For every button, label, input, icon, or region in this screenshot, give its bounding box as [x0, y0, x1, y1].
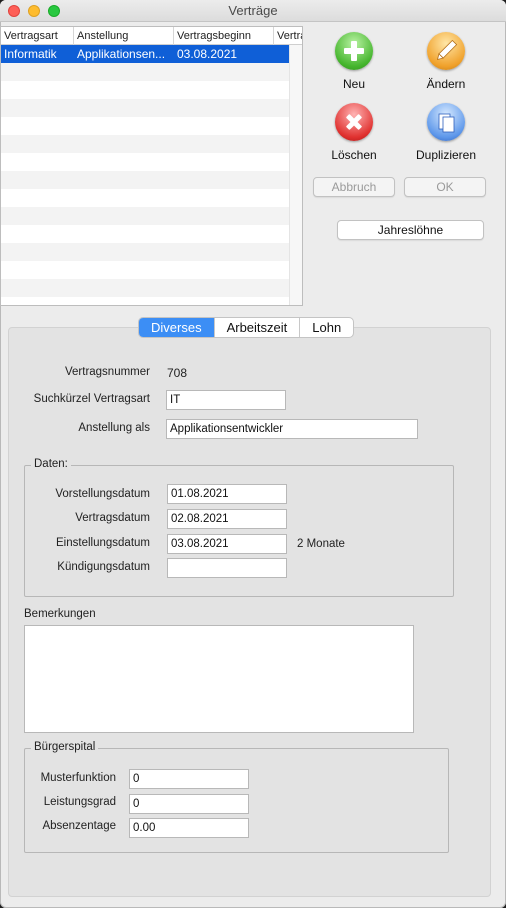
- tab-lohn[interactable]: Lohn: [300, 318, 353, 337]
- performance-field[interactable]: 0: [129, 794, 249, 814]
- delete-label: Löschen: [331, 148, 377, 162]
- zoom-window-button[interactable]: [48, 5, 60, 17]
- empty-row: [1, 225, 289, 243]
- empty-row: [1, 63, 289, 81]
- minimize-window-button[interactable]: [28, 5, 40, 17]
- column-header-vertrag[interactable]: Vertra: [274, 27, 302, 45]
- model-function-label: Musterfunktion: [40, 772, 116, 784]
- cell-anstellung: Applikationsen...: [77, 47, 166, 61]
- edit-button[interactable]: Ändern: [401, 32, 491, 91]
- plus-icon: [335, 32, 373, 70]
- window-title: Verträge: [228, 3, 278, 18]
- new-button[interactable]: Neu: [309, 32, 399, 91]
- performance-label: Leistungsgrad: [43, 796, 116, 808]
- table-row[interactable]: Informatik Applikationsen... 03.08.2021: [1, 45, 289, 63]
- model-function-field[interactable]: 0: [129, 769, 249, 789]
- tab-arbeitszeit[interactable]: Arbeitszeit: [215, 318, 301, 337]
- employment-label: Anstellung als: [78, 422, 150, 434]
- contract-number-value: 708: [167, 366, 188, 380]
- short-field[interactable]: IT: [166, 390, 286, 410]
- contracts-table[interactable]: Vertragsart Anstellung Vertragsbeginn Ve…: [0, 26, 303, 306]
- remarks-textarea[interactable]: [24, 625, 414, 733]
- dates-group-title: Daten:: [31, 458, 71, 470]
- ok-button[interactable]: OK: [404, 177, 486, 197]
- empty-row: [1, 297, 289, 305]
- empty-row: [1, 261, 289, 279]
- empty-row: [1, 189, 289, 207]
- cell-vertragsbeginn: 03.08.2021: [177, 47, 238, 61]
- tab-bar: Diverses Arbeitszeit Lohn: [138, 317, 355, 338]
- column-header-anstellung[interactable]: Anstellung: [74, 27, 174, 45]
- column-header-vertragsbeginn[interactable]: Vertragsbeginn: [174, 27, 274, 45]
- absence-days-field[interactable]: 0.00: [129, 818, 249, 838]
- empty-row: [1, 207, 289, 225]
- annual-wages-button[interactable]: Jahreslöhne: [337, 220, 484, 240]
- close-window-button[interactable]: [8, 5, 20, 17]
- tab-diverses[interactable]: Diverses: [139, 318, 215, 337]
- column-header-vertragsart[interactable]: Vertragsart: [1, 27, 74, 45]
- title-bar: Verträge: [0, 0, 506, 22]
- absence-days-label: Absenzentage: [42, 820, 116, 832]
- hospital-group-title: Bürgerspital: [31, 741, 99, 753]
- hire-date-field[interactable]: 03.08.2021: [167, 534, 287, 554]
- empty-row: [1, 171, 289, 189]
- table-header: Vertragsart Anstellung Vertragsbeginn Ve…: [1, 27, 302, 45]
- cancel-button[interactable]: Abbruch: [313, 177, 395, 197]
- termination-date-label: Kündigungsdatum: [57, 561, 150, 573]
- contract-date-label: Vertragsdatum: [75, 512, 150, 524]
- termination-date-field[interactable]: [167, 558, 287, 578]
- table-scrollbar[interactable]: [289, 45, 302, 305]
- x-icon: [335, 103, 373, 141]
- contract-date-field[interactable]: 02.08.2021: [167, 509, 287, 529]
- duplicate-label: Duplizieren: [415, 148, 477, 162]
- duplicate-button[interactable]: Duplizieren: [401, 103, 491, 162]
- edit-label: Ändern: [426, 77, 466, 91]
- table-body: Informatik Applikationsen... 03.08.2021: [1, 45, 289, 305]
- interview-date-label: Vorstellungsdatum: [55, 488, 150, 500]
- empty-row: [1, 81, 289, 99]
- empty-row: [1, 153, 289, 171]
- new-label: Neu: [342, 77, 365, 91]
- copy-icon: [427, 103, 465, 141]
- contract-number-label: Vertragsnummer: [64, 366, 150, 378]
- cell-vertragsart: Informatik: [4, 47, 57, 61]
- empty-row: [1, 243, 289, 261]
- remarks-label: Bemerkungen: [24, 608, 96, 620]
- empty-row: [1, 135, 289, 153]
- short-label: Suchkürzel Vertragsart: [33, 393, 150, 405]
- contracts-window: Verträge Vertragsart Anstellung Vertrags…: [0, 0, 506, 908]
- hire-date-label: Einstellungsdatum: [56, 537, 150, 549]
- interview-date-field[interactable]: 01.08.2021: [167, 484, 287, 504]
- employment-field[interactable]: Applikationsentwickler: [166, 419, 418, 439]
- hire-duration-note: 2 Monate: [297, 538, 345, 550]
- empty-row: [1, 117, 289, 135]
- pencil-icon: [427, 32, 465, 70]
- empty-row: [1, 99, 289, 117]
- empty-row: [1, 279, 289, 297]
- delete-button[interactable]: Löschen: [309, 103, 399, 162]
